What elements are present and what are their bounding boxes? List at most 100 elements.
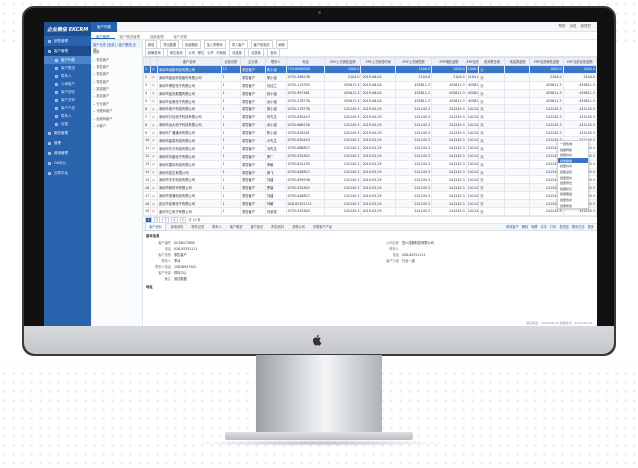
column-header[interactable]: 电话 — [285, 57, 326, 66]
sidebar-item[interactable]: 客户关怀 — [44, 96, 91, 104]
table-row[interactable]: 2 ◎ 深圳市鑫创科技股份有限公司 1 零售客户 徐小姐 0755-286236 2104.0… — [143, 72, 597, 82]
table-row[interactable]: 5 ◎ 深圳市佳美电子有限公司 1 零售客户 余小姐 0755-278738 455611.3… — [143, 96, 597, 106]
tree-node[interactable]: -- 大客户 — [91, 122, 142, 129]
table-row[interactable]: 17 ◎ 深圳市恒通科技有限公司 1 零售客户 刘建 0755-848827 241245.3… — [143, 191, 597, 201]
detail-tab[interactable]: 联系人 — [209, 223, 225, 230]
page-button[interactable]: 4 — [170, 216, 178, 223]
column-header[interactable]: ERP上次销售额 — [395, 57, 433, 66]
sidebar-item[interactable]: OA办公 — [44, 158, 91, 168]
subtab-resources[interactable]: 客户资源 — [168, 32, 192, 39]
detail-tab[interactable]: 关联客户产品 — [310, 223, 335, 230]
detail-tab[interactable]: 客户跟进 — [227, 223, 246, 230]
column-header[interactable]: 未结算金额 — [504, 57, 531, 66]
tree-node[interactable]: -- 渠道客户 — [91, 85, 142, 92]
subtab-customer[interactable]: 客户管理 — [91, 32, 115, 39]
message-link[interactable]: 消息 — [570, 24, 577, 29]
tree-node[interactable]: -- 零售客户 — [91, 78, 142, 85]
sidebar-item[interactable]: 销售管理 — [44, 36, 91, 46]
sidebar-item[interactable]: 联系人 — [44, 72, 91, 80]
column-header[interactable] — [149, 57, 158, 66]
table-cell: 0755-286236 — [285, 72, 326, 82]
filter-select-2[interactable]: 请选择 — [248, 47, 265, 57]
sidebar-item[interactable]: 公海客户 — [44, 80, 91, 88]
sidebar-item[interactable]: 设置 — [44, 120, 91, 128]
table-row[interactable]: 1 ◎ 深圳市创新科技有限公司 12 零售客户 陈小姐 755-8000000 1000.0 1… — [143, 65, 597, 74]
column-header[interactable]: 交易记录 — [220, 57, 241, 66]
sidebar-item[interactable]: 服务管理 — [44, 128, 91, 138]
table-row[interactable]: 16 ◎ 深圳市新时代有限公司 1 零售客户 罗康 0755-932803 241245.3 2… — [143, 183, 597, 193]
detail-action-link[interactable]: 共享 — [541, 224, 547, 229]
table-row[interactable]: 7 ◎ 深圳市万佳电子科技有限公司 1 零售客户 何先生 0755-830443 241245… — [143, 112, 597, 122]
sidebar-item[interactable]: 云呼平台 — [44, 168, 91, 178]
column-header[interactable]: 未关联日期 — [478, 57, 506, 66]
column-header[interactable]: ERP上次销售时间 — [360, 57, 397, 66]
detail-tab[interactable]: 附加资料 — [268, 223, 287, 230]
column-header[interactable]: ERP应收 — [465, 57, 480, 66]
column-header[interactable]: ERP当前销售金额 — [529, 57, 564, 66]
tree-node[interactable]: -- 代理商客户 — [91, 107, 142, 114]
column-header[interactable]: 客户名称 — [156, 57, 222, 66]
help-link[interactable]: 帮助 — [559, 24, 566, 29]
sidebar-item[interactable]: 客户跟进 — [44, 64, 91, 72]
column-header[interactable]: ERP当前应收金额 — [562, 57, 597, 66]
detail-action-link[interactable]: 转移 — [531, 224, 537, 229]
table-row[interactable]: 10 ◎ 深圳市星辰科技有限公司 1 零售客户 卢先生 0755-830443 241245.… — [143, 136, 597, 145]
table-row[interactable]: 13 ◎ 深圳市国际科技有限公司 1 零售客户 李敏 0755-615155 241245.3… — [143, 159, 597, 169]
table-cell: 241245.3 — [529, 120, 564, 130]
detail-tab[interactable]: 其他资料 — [168, 223, 187, 230]
table-row[interactable]: 14 ◎ 深圳市宏达有限公司 1 零售客户 黄飞 0755-848827 241245.3 20… — [143, 167, 597, 177]
table-row[interactable]: 6 ◎ 深圳市电子科技有限公司 1 零售客户 徐小姐 0755-278738 241245.3… — [143, 104, 597, 114]
sidebar-item[interactable]: 客户管理 — [44, 46, 91, 56]
tree-node[interactable]: -- 经销商客户 — [91, 114, 142, 121]
sidebar-item[interactable]: 客户产品 — [44, 104, 91, 112]
subtab-payment[interactable]: 回款管理 — [145, 32, 169, 39]
tree-node[interactable]: -- 批发客户 — [91, 92, 142, 99]
tree-node[interactable]: -- 行业客户 — [91, 100, 142, 107]
table-row[interactable]: 8 ◎ 深圳市远大电子科技有限公司 1 零售客户 余小姐 0755-668726 241245… — [143, 120, 597, 130]
detail-tab[interactable]: 客户回访 — [248, 223, 267, 230]
table-row[interactable]: 3 ◎ 深圳市博宏电子有限公司 1 零售客户 巩佳兰 0755-115355 455611.3… — [143, 80, 597, 90]
filter-select[interactable]: 请选择 — [229, 47, 246, 57]
detail-tab[interactable]: 联系记录 — [189, 223, 208, 230]
detail-action-link[interactable]: 删除 — [522, 224, 528, 229]
table-cell: 深圳市广通通讯有限公司 — [156, 128, 222, 138]
search-button[interactable]: 查询 — [267, 47, 280, 57]
table-row[interactable]: 19 ◎ 潍坊市立电子有限公司 1 零售客户 刘彦斌 0755-932803 241245.3… — [143, 207, 597, 216]
column-header[interactable]: 主分类 — [239, 57, 266, 66]
sidebar-item[interactable]: 客户回访 — [44, 88, 91, 96]
tree-node[interactable]: 全部 — [91, 48, 142, 55]
detail-action-link[interactable]: 发短信 — [559, 224, 569, 229]
column-header[interactable]: ERP销售金额 — [431, 57, 467, 66]
filter-unit[interactable]: 单位查询 — [166, 47, 186, 57]
detail-tab[interactable]: 客户资料 — [145, 222, 166, 232]
table-row[interactable]: 18 ◎ 武汉市佳美电子有限公司 1 零售客户 刘敏 028-85351111 241245.… — [143, 199, 597, 209]
column-header[interactable]: 联系人 — [264, 57, 287, 66]
subtab-followup[interactable]: 客户跟进管理 — [115, 32, 145, 39]
detail-action-link[interactable]: 联系日志 — [572, 224, 585, 229]
table-row[interactable]: 9 ◎ 深圳市广通通讯有限公司 1 零售客户 陈小姐 0755-828281 241245.3… — [143, 128, 597, 138]
page-button[interactable]: 5 — [179, 216, 187, 223]
toolbar-button[interactable]: 加入购物车 — [203, 39, 226, 49]
table-row[interactable]: 12 ◎ 深圳市华盛电子有限公司 1 零售客户 罗广 0755-932803 241245.3… — [143, 151, 597, 161]
detail-tab[interactable]: 关联公司 — [289, 223, 308, 230]
tree-node[interactable]: -- 零售客户 — [91, 63, 142, 70]
table-row[interactable]: 15 ◎ 深圳市天宇科技有限公司 1 零售客户 刘建 0755-839938 241245.3… — [143, 175, 597, 185]
row-status-icon: ◎ — [149, 72, 158, 82]
tree-node[interactable]: -- 零售客户 — [91, 55, 142, 62]
user-menu[interactable]: 管理员 — [581, 24, 592, 29]
column-header[interactable]: ERP上次销售金额 — [324, 57, 362, 66]
sidebar-item[interactable]: 管理 — [44, 138, 91, 148]
sidebar-item[interactable]: 营销管理 — [44, 148, 91, 158]
context-menu-item[interactable]: 批量修改 — [558, 203, 588, 209]
tree-node[interactable]: -- 零售客户 — [91, 70, 142, 77]
detail-action-link[interactable]: 打印 — [550, 224, 556, 229]
table-row[interactable]: 11 ◎ 深圳市东方科技有限公司 1 零售客户 冯先生 0755-668827 241245.… — [143, 143, 597, 153]
tab-customer-list[interactable]: 客户列表 — [91, 22, 117, 32]
sidebar-item[interactable]: 客户列表 — [44, 56, 91, 64]
sidebar-item[interactable]: 联系人 — [44, 112, 91, 120]
filter-exact[interactable]: 精确查询 — [145, 47, 164, 57]
detail-action-link[interactable]: 修改客户 — [506, 224, 519, 229]
table-row[interactable]: 4 ◎ 深圳市蓝天数据有限公司 1 零售客户 张小姐 0755-997461 455611.3… — [143, 88, 597, 98]
column-header[interactable] — [143, 57, 151, 66]
detail-action-link[interactable]: 更多 — [588, 224, 594, 229]
